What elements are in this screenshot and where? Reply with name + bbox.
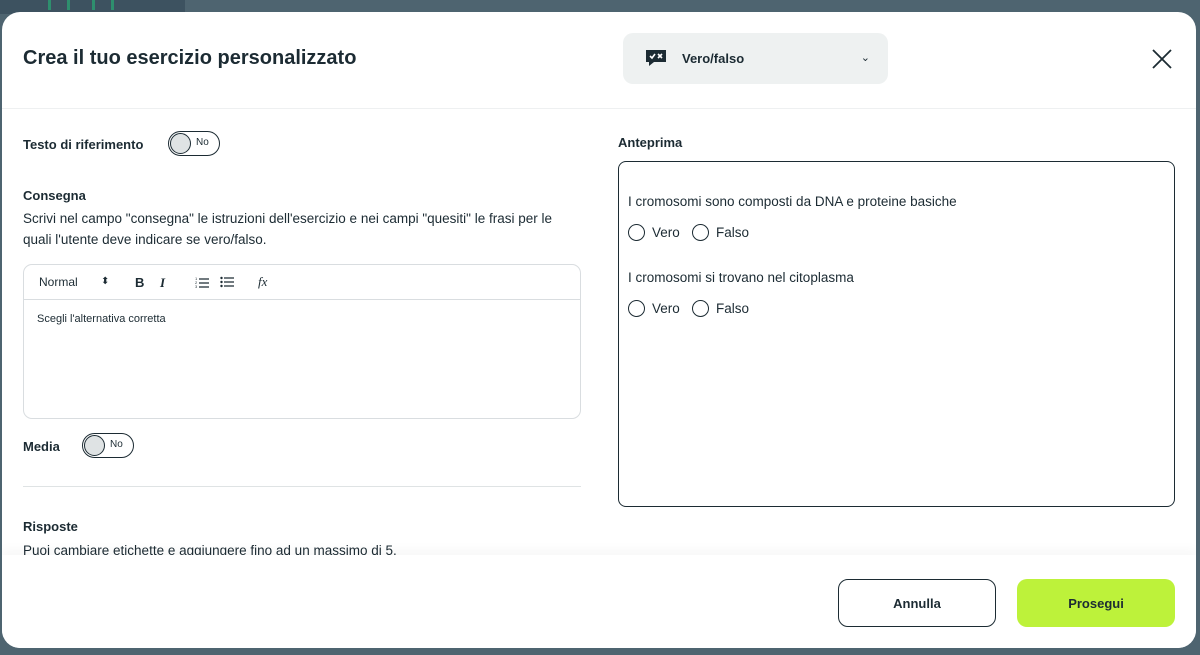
question-text: I cromosomi sono composti da DNA e prote… [628, 194, 957, 209]
media-toggle[interactable]: No [82, 433, 134, 458]
italic-button[interactable]: I [160, 275, 165, 291]
continue-button[interactable]: Prosegui [1017, 579, 1175, 627]
close-icon[interactable] [1151, 48, 1173, 70]
preview-panel: I cromosomi sono composti da DNA e prote… [618, 161, 1175, 507]
option-true[interactable]: Vero [628, 224, 680, 241]
format-select[interactable]: Normal [39, 275, 78, 289]
option-label: Vero [652, 301, 680, 316]
modal-header: Crea il tuo esercizio personalizzato Ver… [2, 12, 1196, 109]
instructions-description: Scrivi nel campo "consegna" le istruzion… [23, 211, 552, 247]
option-false[interactable]: Falso [692, 224, 749, 241]
modal-footer: Annulla Prosegui [2, 555, 1196, 648]
formula-button[interactable]: fx [258, 274, 267, 290]
modal-title: Crea il tuo esercizio personalizzato [23, 47, 357, 69]
bullet-list-icon[interactable] [220, 276, 234, 288]
radio-icon [692, 300, 709, 317]
toggle-knob [170, 133, 191, 154]
media-label: Media [23, 439, 60, 454]
ordered-list-icon[interactable]: 1 2 3 [195, 276, 209, 288]
instructions-label: Consegna [23, 188, 86, 203]
bold-button[interactable]: B [135, 275, 144, 290]
radio-icon [628, 300, 645, 317]
reference-text-toggle[interactable]: No [168, 131, 220, 156]
true-false-icon [646, 50, 666, 66]
section-divider [23, 486, 581, 487]
reference-text-label: Testo di riferimento [23, 137, 144, 152]
question-text: I cromosomi si trovano nel citoplasma [628, 270, 854, 285]
svg-text:3: 3 [195, 284, 198, 288]
instructions-editor: Normal ⬍ B I 1 2 3 fx Scegli l'alternati… [23, 264, 581, 419]
toggle-state-text: No [196, 137, 209, 148]
toggle-knob [84, 435, 105, 456]
option-label: Falso [716, 225, 750, 240]
exercise-type-dropdown[interactable]: Vero/falso ⌄ [623, 33, 888, 84]
option-label: Falso [716, 301, 750, 316]
exercise-type-value: Vero/falso [682, 51, 745, 66]
cancel-button[interactable]: Annulla [838, 579, 996, 627]
editor-toolbar: Normal ⬍ B I 1 2 3 fx [24, 265, 580, 300]
toggle-state-text: No [110, 439, 123, 450]
preview-label: Anteprima [618, 135, 683, 150]
editor-content[interactable]: Scegli l'alternativa corretta [37, 313, 166, 325]
answers-label: Risposte [23, 519, 78, 534]
option-false[interactable]: Falso [692, 300, 749, 317]
updown-icon: ⬍ [101, 276, 110, 287]
chevron-down-icon: ⌄ [860, 52, 870, 64]
option-true[interactable]: Vero [628, 300, 680, 317]
radio-icon [628, 224, 645, 241]
option-label: Vero [652, 225, 680, 240]
radio-icon [692, 224, 709, 241]
exercise-modal: Crea il tuo esercizio personalizzato Ver… [2, 12, 1196, 648]
